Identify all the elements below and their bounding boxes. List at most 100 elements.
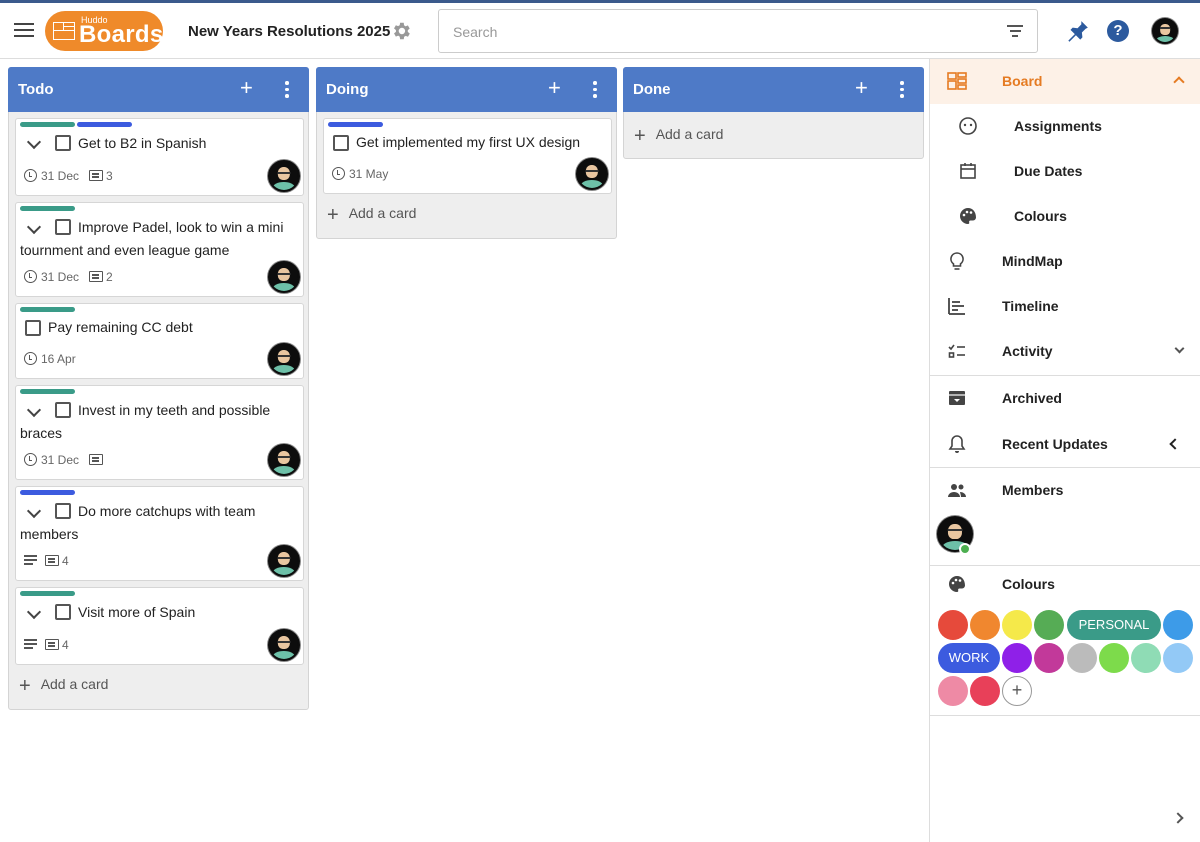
add-card-label: Add a card xyxy=(348,205,417,221)
nav-activity[interactable]: Activity xyxy=(930,329,1200,374)
colour-swatch[interactable] xyxy=(970,610,1000,640)
search-input[interactable] xyxy=(453,22,973,42)
plus-icon: + xyxy=(19,675,31,697)
nav-due-dates[interactable]: Due Dates xyxy=(930,149,1200,194)
colour-swatch[interactable] xyxy=(1163,610,1193,640)
colour-swatch[interactable] xyxy=(1099,643,1129,673)
card[interactable]: Get implemented my first UX design 31 Ma… xyxy=(323,118,612,194)
app-logo[interactable]: Huddo Boards xyxy=(45,11,163,51)
column-header: Doing + xyxy=(316,67,617,112)
nav-assignments[interactable]: Assignments xyxy=(930,104,1200,149)
card-checkbox[interactable] xyxy=(25,320,41,336)
alarm-icon xyxy=(24,169,37,182)
more-vert-icon[interactable] xyxy=(285,81,289,101)
nav-colours-sub[interactable]: Colours xyxy=(930,194,1200,239)
card-title: Invest in my teeth and possible braces xyxy=(20,402,271,441)
card-meta: 31 Dec 2 xyxy=(24,270,113,284)
palette-icon xyxy=(949,576,965,592)
add-card-button[interactable]: + Add a card xyxy=(19,675,108,698)
filter-icon[interactable] xyxy=(1007,25,1023,37)
card[interactable]: Do more catchups with team members 4 xyxy=(15,486,304,581)
menu-icon[interactable] xyxy=(14,23,34,39)
colour-swatch[interactable] xyxy=(1163,643,1193,673)
card-colour-tag xyxy=(20,490,75,495)
colour-swatch[interactable] xyxy=(1034,643,1064,673)
add-card-label: Add a card xyxy=(655,126,724,142)
colour-swatch[interactable] xyxy=(938,610,968,640)
card-checkbox[interactable] xyxy=(55,135,71,151)
colour-swatch[interactable] xyxy=(1131,643,1161,673)
card[interactable]: Invest in my teeth and possible braces 3… xyxy=(15,385,304,480)
colour-pill-personal[interactable]: PERSONAL xyxy=(1067,610,1161,640)
chevron-left-icon[interactable] xyxy=(1169,438,1181,450)
chevron-up-icon[interactable] xyxy=(1173,76,1185,88)
add-card-icon[interactable]: + xyxy=(548,75,561,101)
add-colour-button[interactable]: + xyxy=(1002,676,1032,706)
card[interactable]: Visit more of Spain 4 xyxy=(15,587,304,665)
nav-board[interactable]: Board xyxy=(930,59,1200,104)
search-box xyxy=(438,9,1038,53)
expand-chevron-icon[interactable] xyxy=(26,134,42,150)
card-checkbox[interactable] xyxy=(55,604,71,620)
comment-icon xyxy=(89,454,104,465)
nav-timeline[interactable]: Timeline xyxy=(930,284,1200,329)
card[interactable]: Get to B2 in Spanish 31 Dec 3 xyxy=(15,118,304,196)
nav-label: Colours xyxy=(1002,576,1055,592)
settings-gear-icon[interactable] xyxy=(390,20,412,42)
comment-count: 3 xyxy=(106,169,113,183)
assignee-avatar[interactable] xyxy=(268,444,300,476)
more-vert-icon[interactable] xyxy=(593,81,597,101)
card-title: Get to B2 in Spanish xyxy=(78,135,207,151)
colour-swatch[interactable] xyxy=(938,676,968,706)
card[interactable]: Improve Padel, look to win a mini tournm… xyxy=(15,202,304,297)
help-icon[interactable]: ? xyxy=(1107,20,1129,42)
due-date: 31 Dec xyxy=(41,453,80,467)
colour-swatch[interactable] xyxy=(1002,643,1032,673)
user-avatar[interactable] xyxy=(1152,18,1178,44)
nav-recent-updates[interactable]: Recent Updates xyxy=(930,422,1200,467)
online-status-icon xyxy=(959,543,971,555)
assignee-avatar[interactable] xyxy=(268,545,300,577)
card-title: Get implemented my first UX design xyxy=(356,134,581,150)
expand-chevron-icon[interactable] xyxy=(26,604,42,620)
nav-label: MindMap xyxy=(1002,253,1063,269)
nav-label: Recent Updates xyxy=(1002,436,1108,452)
nav-label: Timeline xyxy=(1002,298,1059,314)
assignee-avatar[interactable] xyxy=(268,261,300,293)
comment-count: 4 xyxy=(62,554,69,568)
card-meta: 16 Apr xyxy=(24,352,76,366)
colour-pill-work[interactable]: WORK xyxy=(938,643,1000,673)
add-card-button[interactable]: + Add a card xyxy=(634,125,723,148)
chevron-right-icon[interactable] xyxy=(1172,812,1184,824)
nav-members[interactable]: Members xyxy=(930,468,1200,513)
add-card-icon[interactable]: + xyxy=(855,75,868,101)
add-card-icon[interactable]: + xyxy=(240,75,253,101)
colour-swatch[interactable] xyxy=(1034,610,1064,640)
app-header: Huddo Boards New Years Resolutions 2025 … xyxy=(0,3,1200,59)
assignee-avatar[interactable] xyxy=(268,160,300,192)
column-done: Done + + Add a card xyxy=(623,67,924,159)
card-colour-tag xyxy=(20,307,75,312)
column-header: Todo + xyxy=(8,67,309,112)
card-colour-tag xyxy=(20,389,75,394)
assignee-avatar[interactable] xyxy=(268,629,300,661)
add-card-button[interactable]: + Add a card xyxy=(327,204,416,227)
card[interactable]: Pay remaining CC debt 16 Apr xyxy=(15,303,304,379)
bell-icon xyxy=(948,435,966,453)
colour-swatch[interactable] xyxy=(1002,610,1032,640)
alarm-icon xyxy=(24,352,37,365)
assignee-avatar[interactable] xyxy=(268,343,300,375)
nav-colours[interactable]: Colours xyxy=(930,562,1200,607)
pin-icon[interactable] xyxy=(1064,19,1090,45)
assignee-avatar[interactable] xyxy=(576,158,608,190)
nav-mindmap[interactable]: MindMap xyxy=(930,239,1200,284)
chevron-down-icon[interactable] xyxy=(1174,343,1185,354)
card-colour-tag xyxy=(20,591,75,596)
more-vert-icon[interactable] xyxy=(900,81,904,101)
colour-swatch[interactable] xyxy=(970,676,1000,706)
checklist-icon xyxy=(948,344,965,358)
card-checkbox[interactable] xyxy=(333,135,349,151)
colour-swatch[interactable] xyxy=(1067,643,1097,673)
nav-archived[interactable]: Archived xyxy=(930,376,1200,421)
board-icon xyxy=(947,72,967,90)
